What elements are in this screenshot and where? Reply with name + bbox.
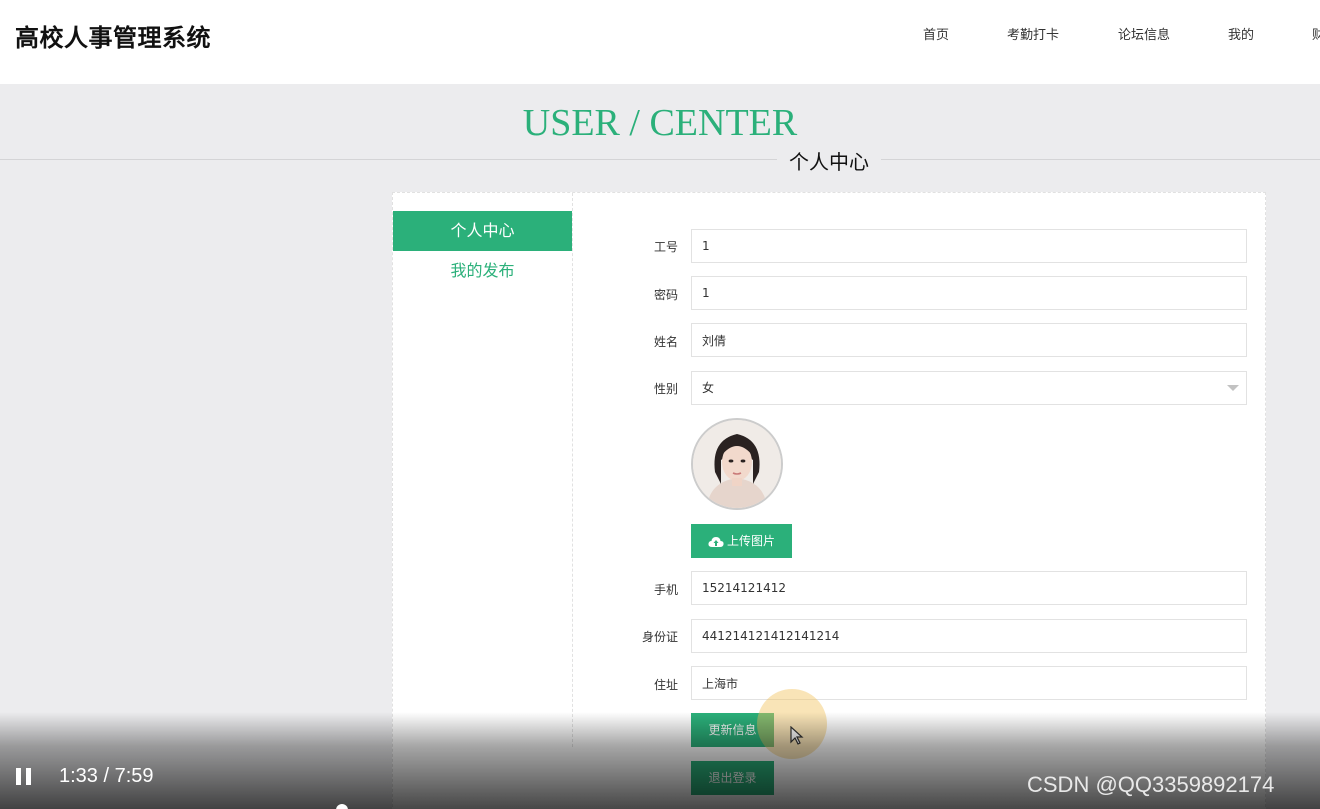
hero-title: USER / CENTER: [522, 102, 798, 144]
upload-image-button[interactable]: 上传图片: [691, 524, 792, 558]
name-label: 姓名: [653, 335, 678, 349]
progress-scrubber-handle[interactable]: [336, 804, 348, 809]
nav-item-home[interactable]: 首页: [923, 24, 949, 43]
watermark: CSDN @QQ3359892174: [1027, 772, 1275, 797]
logout-button[interactable]: 退出登录: [691, 761, 774, 795]
nav-item-forum[interactable]: 论坛信息: [1118, 24, 1170, 43]
avatar: [691, 418, 783, 510]
employee-id-input[interactable]: [691, 229, 1247, 263]
password-label: 密码: [653, 288, 678, 302]
sidebar-item-my-posts[interactable]: 我的发布: [393, 251, 572, 291]
site-title: 高校人事管理系统: [15, 24, 211, 52]
id-card-input[interactable]: [691, 619, 1247, 653]
portrait-photo-icon: [693, 420, 781, 508]
pause-icon[interactable]: [16, 768, 32, 785]
top-bar: 高校人事管理系统 首页 考勤打卡 论坛信息 我的 财: [0, 0, 1320, 84]
name-input[interactable]: [691, 323, 1247, 357]
hero-divider: [0, 159, 1320, 160]
employee-id-label: 工号: [653, 240, 678, 254]
gender-select[interactable]: 女: [691, 371, 1247, 405]
click-highlight: [757, 689, 827, 759]
nav-item-mine[interactable]: 我的: [1228, 24, 1254, 43]
chevron-down-icon: [1227, 385, 1239, 391]
nav-item-attendance[interactable]: 考勤打卡: [1007, 24, 1059, 43]
phone-input[interactable]: [691, 571, 1247, 605]
phone-label: 手机: [653, 583, 678, 597]
hero-subtitle: 个人中心: [777, 146, 881, 175]
upload-image-label: 上传图片: [726, 534, 775, 548]
sidebar-item-user-center[interactable]: 个人中心: [393, 211, 572, 251]
playback-time: 1:33 / 7:59: [59, 765, 154, 787]
nav-item-truncated[interactable]: 财: [1312, 24, 1320, 43]
gender-label: 性别: [653, 382, 678, 396]
cloud-upload-icon: [708, 536, 724, 547]
password-input[interactable]: [691, 276, 1247, 310]
address-label: 住址: [653, 678, 678, 692]
sidebar: 个人中心 我的发布: [393, 193, 573, 747]
id-card-label: 身份证: [641, 630, 678, 644]
mouse-cursor-icon: [790, 726, 804, 745]
